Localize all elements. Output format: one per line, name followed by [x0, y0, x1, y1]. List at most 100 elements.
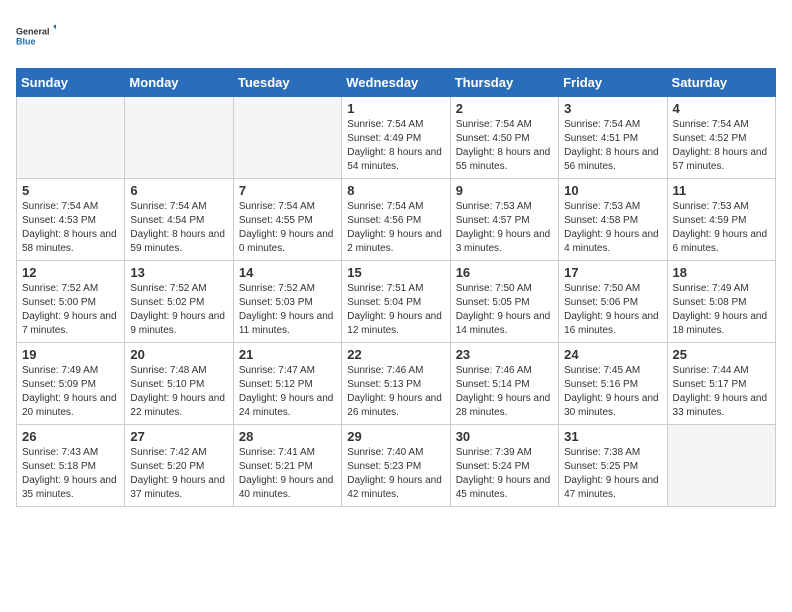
logo: General Blue: [16, 16, 56, 56]
day-number: 31: [564, 429, 661, 444]
day-info: Sunrise: 7:38 AMSunset: 5:25 PMDaylight:…: [564, 446, 661, 502]
calendar-cell: 7 Sunrise: 7:54 AMSunset: 4:55 PMDaylight…: [233, 179, 341, 261]
day-number: 19: [22, 347, 119, 362]
calendar-cell: 2 Sunrise: 7:54 AMSunset: 4:50 PMDaylight…: [450, 97, 558, 179]
day-info: Sunrise: 7:54 AMSunset: 4:51 PMDaylight:…: [564, 118, 661, 174]
calendar-cell: 20 Sunrise: 7:48 AMSunset: 5:10 PMDayligh…: [125, 343, 233, 425]
calendar-cell: 16 Sunrise: 7:50 AMSunset: 5:05 PMDayligh…: [450, 261, 558, 343]
logo-svg: General Blue: [16, 16, 56, 56]
calendar-cell: 24 Sunrise: 7:45 AMSunset: 5:16 PMDayligh…: [559, 343, 667, 425]
calendar-cell: 5 Sunrise: 7:54 AMSunset: 4:53 PMDaylight…: [17, 179, 125, 261]
calendar-cell: 31 Sunrise: 7:38 AMSunset: 5:25 PMDayligh…: [559, 425, 667, 507]
weekday-header-monday: Monday: [125, 69, 233, 97]
day-info: Sunrise: 7:53 AMSunset: 4:57 PMDaylight:…: [456, 200, 553, 256]
day-info: Sunrise: 7:54 AMSunset: 4:53 PMDaylight:…: [22, 200, 119, 256]
day-number: 12: [22, 265, 119, 280]
day-info: Sunrise: 7:49 AMSunset: 5:08 PMDaylight:…: [673, 282, 770, 338]
day-number: 2: [456, 101, 553, 116]
day-info: Sunrise: 7:50 AMSunset: 5:05 PMDaylight:…: [456, 282, 553, 338]
calendar-cell: 10 Sunrise: 7:53 AMSunset: 4:58 PMDayligh…: [559, 179, 667, 261]
day-number: 25: [673, 347, 770, 362]
calendar-cell: 21Sunrise: 7:47 AMSunset: 5:12 PMDayligh…: [233, 343, 341, 425]
day-info: Sunrise: 7:54 AMSunset: 4:54 PMDaylight:…: [130, 200, 227, 256]
calendar-cell: [125, 97, 233, 179]
calendar-cell: 4 Sunrise: 7:54 AMSunset: 4:52 PMDaylight…: [667, 97, 775, 179]
day-info: Sunrise: 7:54 AMSunset: 4:49 PMDaylight:…: [347, 118, 444, 174]
day-number: 11: [673, 183, 770, 198]
week-row-2: 5 Sunrise: 7:54 AMSunset: 4:53 PMDaylight…: [17, 179, 776, 261]
calendar-table: SundayMondayTuesdayWednesdayThursdayFrid…: [16, 68, 776, 507]
calendar-cell: 12 Sunrise: 7:52 AMSunset: 5:00 PMDayligh…: [17, 261, 125, 343]
day-number: 20: [130, 347, 227, 362]
day-number: 7: [239, 183, 336, 198]
day-number: 17: [564, 265, 661, 280]
weekday-header-row: SundayMondayTuesdayWednesdayThursdayFrid…: [17, 69, 776, 97]
day-info: Sunrise: 7:53 AMSunset: 4:58 PMDaylight:…: [564, 200, 661, 256]
week-row-3: 12 Sunrise: 7:52 AMSunset: 5:00 PMDayligh…: [17, 261, 776, 343]
day-number: 28: [239, 429, 336, 444]
day-number: 1: [347, 101, 444, 116]
day-number: 16: [456, 265, 553, 280]
weekday-header-sunday: Sunday: [17, 69, 125, 97]
day-number: 18: [673, 265, 770, 280]
day-number: 29: [347, 429, 444, 444]
weekday-header-wednesday: Wednesday: [342, 69, 450, 97]
calendar-cell: 18 Sunrise: 7:49 AMSunset: 5:08 PMDayligh…: [667, 261, 775, 343]
day-number: 10: [564, 183, 661, 198]
calendar-cell: 11 Sunrise: 7:53 AMSunset: 4:59 PMDayligh…: [667, 179, 775, 261]
calendar-cell: 8Sunrise: 7:54 AMSunset: 4:56 PMDaylight…: [342, 179, 450, 261]
day-number: 23: [456, 347, 553, 362]
header: General Blue: [16, 16, 776, 56]
day-info: Sunrise: 7:54 AMSunset: 4:55 PMDaylight:…: [239, 200, 336, 256]
day-number: 27: [130, 429, 227, 444]
day-info: Sunrise: 7:46 AMSunset: 5:14 PMDaylight:…: [456, 364, 553, 420]
calendar-cell: 1 Sunrise: 7:54 AMSunset: 4:49 PMDaylight…: [342, 97, 450, 179]
calendar-cell: 28Sunrise: 7:41 AMSunset: 5:21 PMDayligh…: [233, 425, 341, 507]
svg-text:General: General: [16, 27, 50, 37]
day-info: Sunrise: 7:51 AMSunset: 5:04 PMDaylight:…: [347, 282, 444, 338]
day-info: Sunrise: 7:52 AMSunset: 5:00 PMDaylight:…: [22, 282, 119, 338]
day-number: 9: [456, 183, 553, 198]
calendar-cell: 19 Sunrise: 7:49 AMSunset: 5:09 PMDayligh…: [17, 343, 125, 425]
day-number: 3: [564, 101, 661, 116]
day-info: Sunrise: 7:54 AMSunset: 4:50 PMDaylight:…: [456, 118, 553, 174]
day-info: Sunrise: 7:50 AMSunset: 5:06 PMDaylight:…: [564, 282, 661, 338]
day-info: Sunrise: 7:43 AMSunset: 5:18 PMDaylight:…: [22, 446, 119, 502]
calendar-cell: 3 Sunrise: 7:54 AMSunset: 4:51 PMDaylight…: [559, 97, 667, 179]
day-info: Sunrise: 7:39 AMSunset: 5:24 PMDaylight:…: [456, 446, 553, 502]
calendar-cell: 9 Sunrise: 7:53 AMSunset: 4:57 PMDaylight…: [450, 179, 558, 261]
day-info: Sunrise: 7:48 AMSunset: 5:10 PMDaylight:…: [130, 364, 227, 420]
week-row-4: 19 Sunrise: 7:49 AMSunset: 5:09 PMDayligh…: [17, 343, 776, 425]
svg-text:Blue: Blue: [16, 37, 36, 47]
calendar-cell: 25Sunrise: 7:44 AMSunset: 5:17 PMDayligh…: [667, 343, 775, 425]
day-number: 30: [456, 429, 553, 444]
day-info: Sunrise: 7:54 AMSunset: 4:52 PMDaylight:…: [673, 118, 770, 174]
day-info: Sunrise: 7:47 AMSunset: 5:12 PMDaylight:…: [239, 364, 336, 420]
calendar-cell: 26Sunrise: 7:43 AMSunset: 5:18 PMDayligh…: [17, 425, 125, 507]
day-info: Sunrise: 7:52 AMSunset: 5:02 PMDaylight:…: [130, 282, 227, 338]
day-info: Sunrise: 7:54 AMSunset: 4:56 PMDaylight:…: [347, 200, 444, 256]
calendar-cell: 22 Sunrise: 7:46 AMSunset: 5:13 PMDayligh…: [342, 343, 450, 425]
day-info: Sunrise: 7:45 AMSunset: 5:16 PMDaylight:…: [564, 364, 661, 420]
weekday-header-saturday: Saturday: [667, 69, 775, 97]
calendar-cell: [17, 97, 125, 179]
calendar-cell: [233, 97, 341, 179]
day-info: Sunrise: 7:49 AMSunset: 5:09 PMDaylight:…: [22, 364, 119, 420]
day-info: Sunrise: 7:46 AMSunset: 5:13 PMDaylight:…: [347, 364, 444, 420]
day-info: Sunrise: 7:53 AMSunset: 4:59 PMDaylight:…: [673, 200, 770, 256]
weekday-header-tuesday: Tuesday: [233, 69, 341, 97]
day-number: 5: [22, 183, 119, 198]
day-info: Sunrise: 7:40 AMSunset: 5:23 PMDaylight:…: [347, 446, 444, 502]
calendar-cell: 23 Sunrise: 7:46 AMSunset: 5:14 PMDayligh…: [450, 343, 558, 425]
day-number: 24: [564, 347, 661, 362]
day-number: 13: [130, 265, 227, 280]
day-number: 22: [347, 347, 444, 362]
day-info: Sunrise: 7:52 AMSunset: 5:03 PMDaylight:…: [239, 282, 336, 338]
calendar-cell: 13 Sunrise: 7:52 AMSunset: 5:02 PMDayligh…: [125, 261, 233, 343]
calendar-cell: 27 Sunrise: 7:42 AMSunset: 5:20 PMDayligh…: [125, 425, 233, 507]
day-number: 4: [673, 101, 770, 116]
calendar-cell: 14Sunrise: 7:52 AMSunset: 5:03 PMDayligh…: [233, 261, 341, 343]
day-info: Sunrise: 7:42 AMSunset: 5:20 PMDaylight:…: [130, 446, 227, 502]
calendar-cell: 15 Sunrise: 7:51 AMSunset: 5:04 PMDayligh…: [342, 261, 450, 343]
day-number: 15: [347, 265, 444, 280]
